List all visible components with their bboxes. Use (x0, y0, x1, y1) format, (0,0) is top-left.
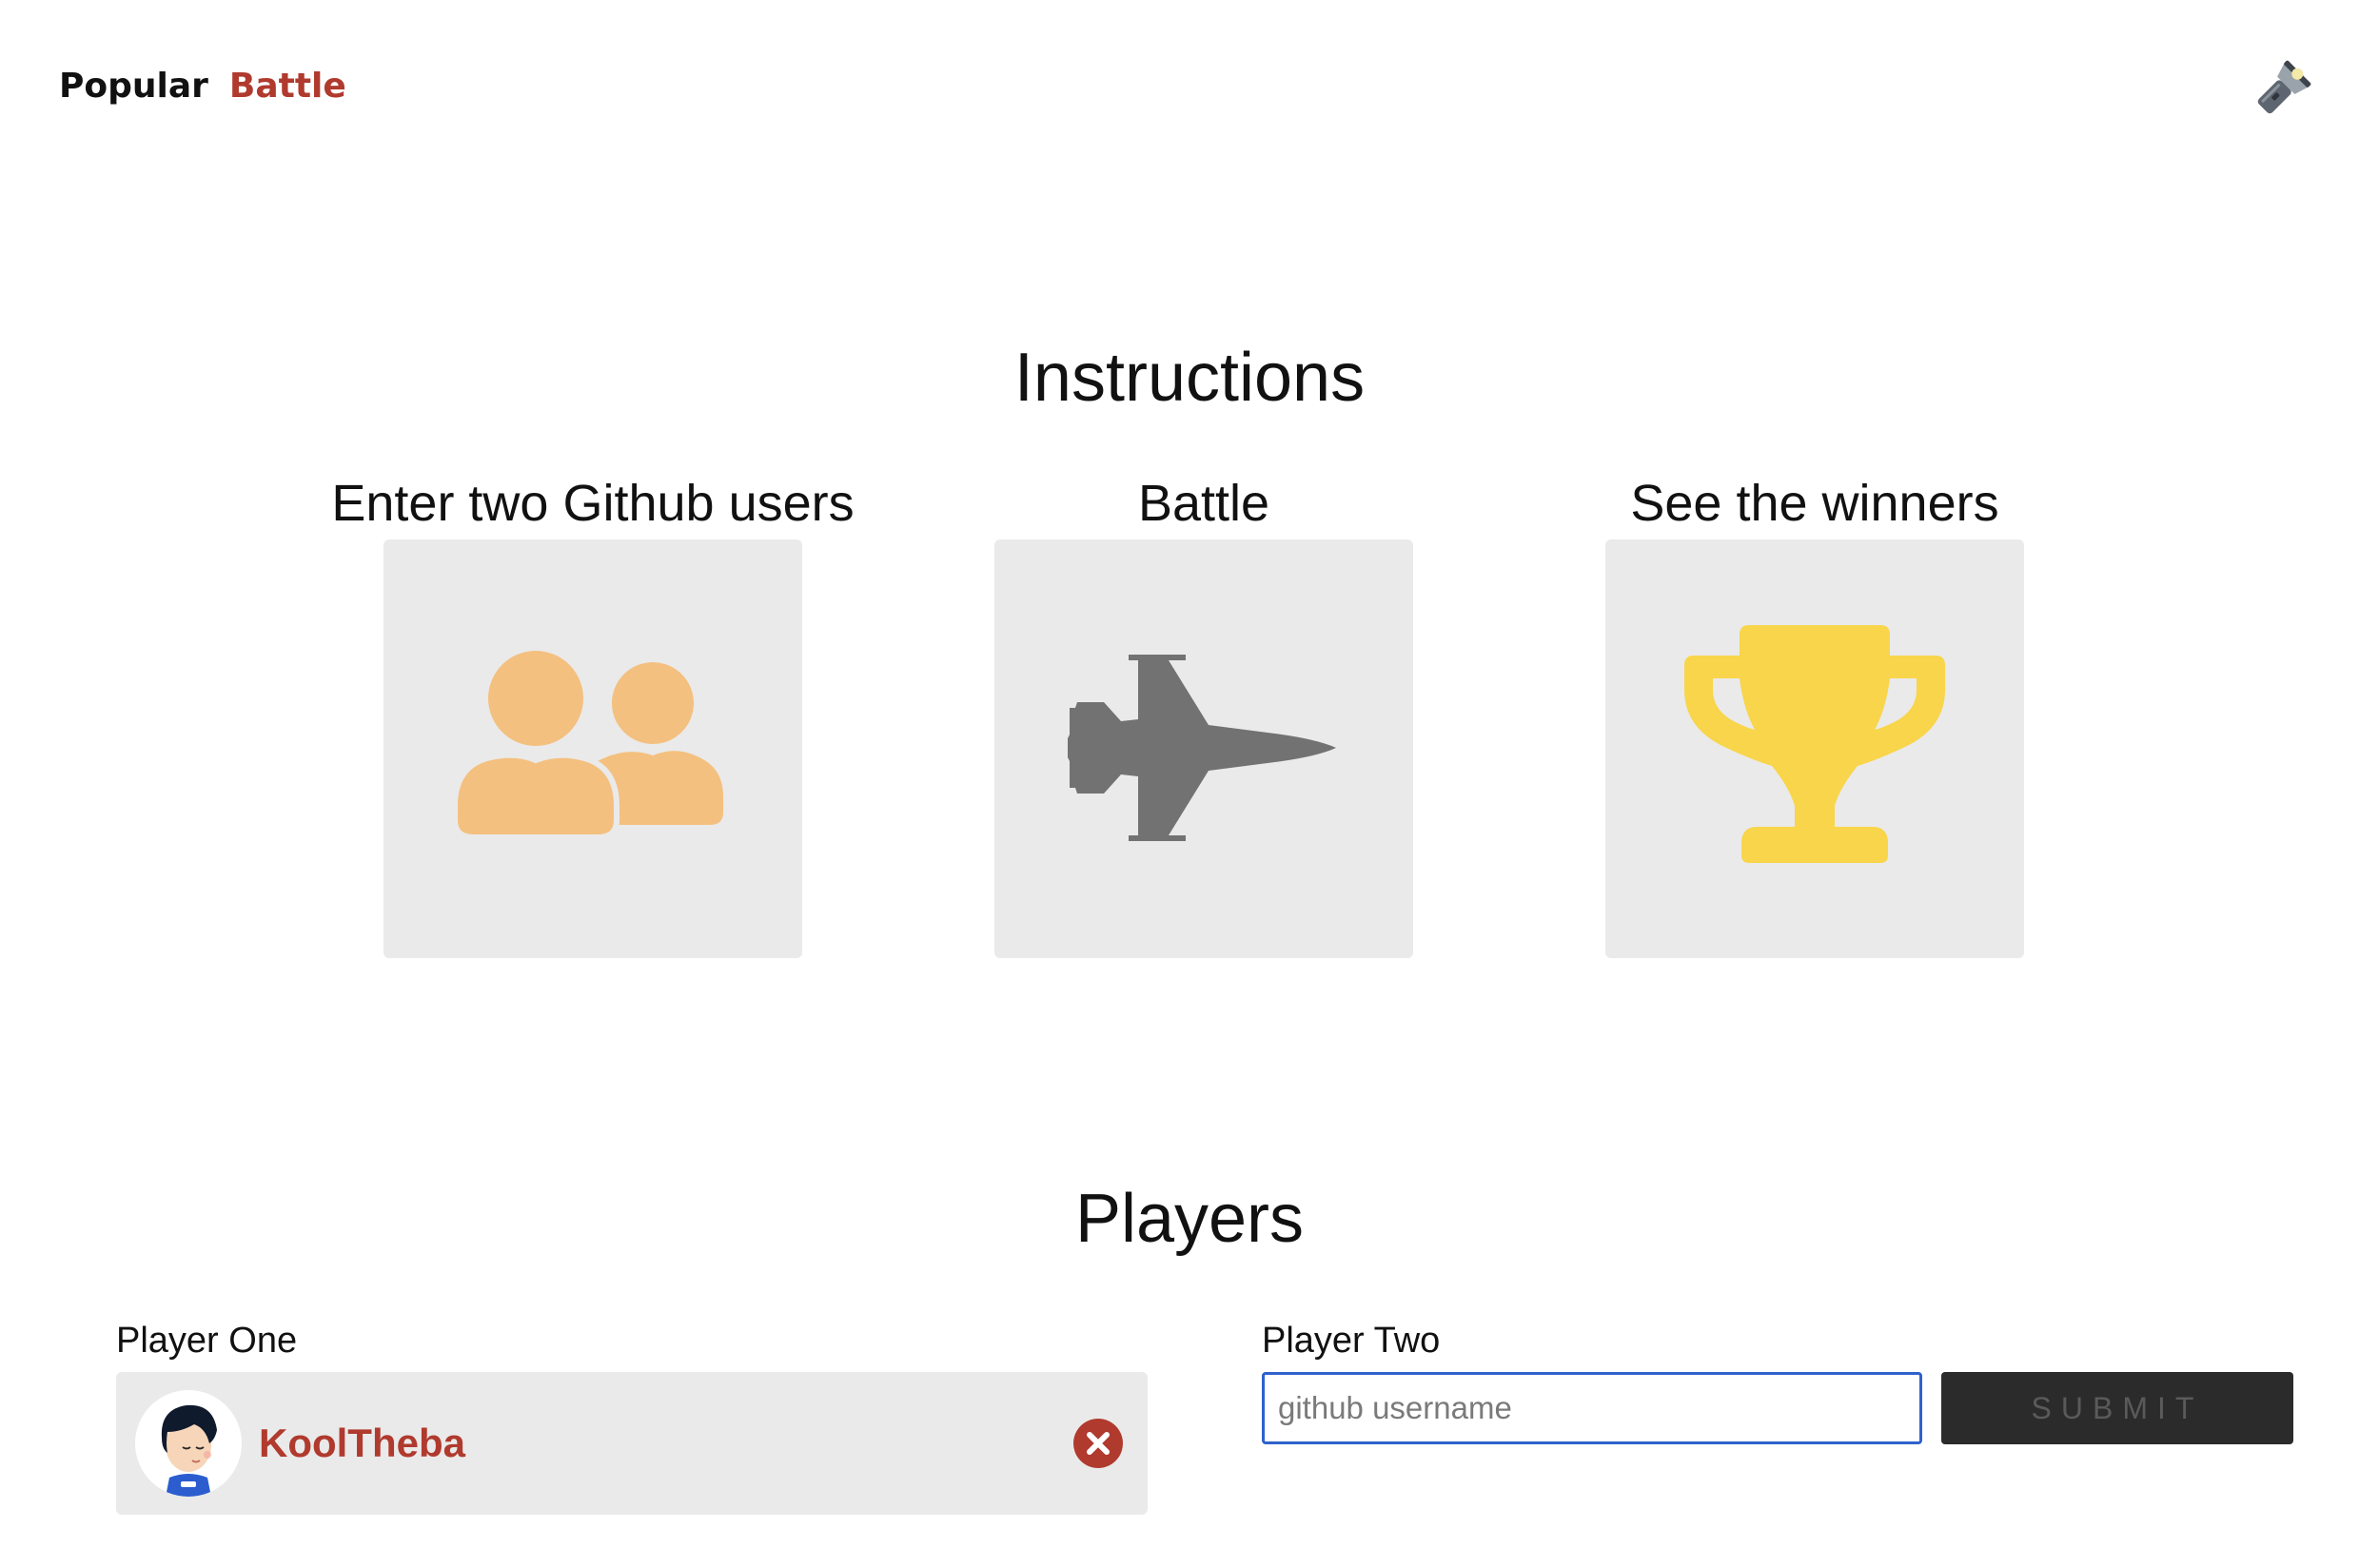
step-winners: See the winners (1605, 467, 2024, 958)
users-icon (455, 651, 723, 840)
step-enter-users: Enter two Github users (331, 467, 855, 958)
player-two-username-input[interactable] (1262, 1372, 1922, 1444)
step-title: Enter two Github users (331, 475, 855, 532)
player-one-label: Player One (116, 1321, 298, 1361)
remove-player-one-button[interactable] (1073, 1419, 1123, 1468)
player-two-label: Player Two (1262, 1321, 1441, 1361)
flashlight-icon (2257, 60, 2311, 114)
step-title: See the winners (1630, 475, 1999, 532)
step-icon-box (1605, 539, 2024, 958)
trophy-icon (1684, 625, 1945, 863)
submit-button[interactable]: SUBMIT (1941, 1372, 2293, 1444)
player-one-card: KoolTheba (116, 1372, 1148, 1515)
avatar (135, 1390, 242, 1497)
players-title: Players (1074, 1181, 1305, 1257)
close-circle-icon (1073, 1419, 1123, 1468)
theme-toggle-button[interactable] (2246, 53, 2318, 126)
step-battle: Battle (994, 467, 1413, 958)
top-nav: Popular Battle (59, 67, 346, 106)
player-one-username-link[interactable]: KoolTheba (259, 1372, 465, 1515)
step-icon-box (383, 539, 802, 958)
step-icon-box (994, 539, 1413, 958)
step-title: Battle (1137, 475, 1270, 532)
nav-link-battle[interactable]: Battle (229, 67, 346, 106)
nav-link-popular[interactable]: Popular (59, 67, 208, 106)
fighter-jet-icon (1068, 655, 1336, 841)
instructions-title: Instructions (1013, 340, 1366, 416)
